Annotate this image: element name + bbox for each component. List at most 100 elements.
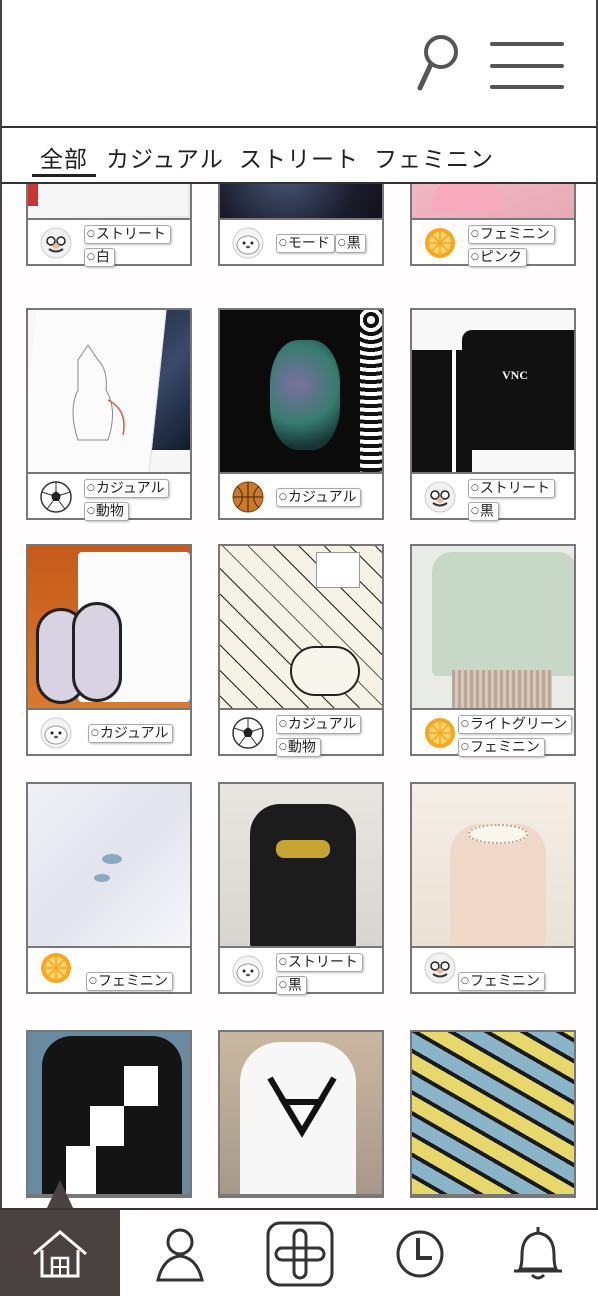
post-image[interactable]: [412, 546, 574, 710]
nav-add-post[interactable]: [240, 1210, 360, 1296]
search-icon: [417, 35, 458, 91]
disguise-glasses-icon[interactable]: [424, 952, 456, 984]
post-image[interactable]: [220, 184, 382, 220]
nav-profile[interactable]: [120, 1210, 240, 1296]
orange-slice-icon[interactable]: [424, 227, 456, 259]
tag[interactable]: ○カジュアル: [276, 487, 362, 507]
tab-all[interactable]: 全部: [40, 140, 88, 174]
post-image[interactable]: VNC: [412, 310, 574, 474]
post-image[interactable]: [28, 546, 190, 710]
post-card[interactable]: ○ストリート ○白: [26, 184, 192, 269]
post-image[interactable]: [220, 784, 382, 948]
post-image[interactable]: [220, 1032, 382, 1196]
tag-list: ○カジュアル: [88, 722, 174, 745]
post-footer: ○フェミニン ○ピンク: [412, 220, 574, 267]
tag[interactable]: ○カジュアル: [84, 478, 170, 498]
post-card[interactable]: ○ストリート ○黒: [218, 782, 384, 995]
post-card[interactable]: VNC ○ストリート ○黒: [410, 308, 576, 521]
post-image[interactable]: [412, 784, 574, 948]
tag[interactable]: ○モード: [276, 233, 335, 253]
post-footer: ○カジュアル ○動物: [28, 474, 190, 521]
post-card[interactable]: ○フェミニン: [410, 782, 576, 994]
tag[interactable]: ○フェミニン: [86, 971, 173, 991]
basketball-icon[interactable]: [232, 481, 264, 513]
tag[interactable]: ○動物: [84, 501, 129, 521]
tab-casual[interactable]: カジュアル: [106, 140, 224, 174]
home-icon: [33, 1230, 87, 1278]
soccer-ball-icon[interactable]: [40, 481, 72, 513]
post-image[interactable]: [28, 784, 190, 948]
tag[interactable]: ○フェミニン: [468, 224, 555, 244]
post-footer: ○フェミニン: [412, 948, 574, 992]
post-card[interactable]: ○カジュアル: [218, 308, 384, 520]
disguise-glasses-icon[interactable]: [424, 481, 456, 513]
tag-list: ○フェミニン: [458, 970, 545, 993]
post-image[interactable]: [28, 1032, 190, 1196]
tag-list: ○ストリート ○黒: [468, 477, 555, 523]
post-image[interactable]: [220, 546, 382, 710]
post-card[interactable]: ○モード ○黒: [218, 184, 384, 266]
tag[interactable]: ○ストリート: [468, 478, 555, 498]
tag[interactable]: ○黒: [276, 975, 307, 995]
orange-slice-icon[interactable]: [424, 717, 456, 749]
active-tab-indicator: [32, 174, 96, 177]
seal-icon[interactable]: [232, 227, 264, 259]
post-image[interactable]: [28, 310, 190, 474]
nav-history[interactable]: [360, 1210, 480, 1296]
tag[interactable]: ○動物: [276, 737, 321, 757]
nav-notifications[interactable]: [478, 1210, 598, 1296]
tag-list: ○ストリート ○黒: [276, 951, 363, 997]
post-feed[interactable]: ○ストリート ○白 ○モード ○黒 ○フェミニン ○ピンク ○カジュアル ○動物…: [0, 184, 598, 1208]
seal-icon[interactable]: [40, 717, 72, 749]
tag-list: ○カジュアル ○動物: [84, 477, 170, 523]
post-footer: ○モード ○黒: [220, 220, 382, 264]
orange-slice-icon[interactable]: [40, 952, 72, 984]
bell-icon: [514, 1227, 562, 1280]
tab-street[interactable]: ストリート: [239, 140, 359, 174]
post-footer: ○フェミニン: [28, 948, 190, 992]
seal-icon[interactable]: [232, 955, 264, 987]
post-card[interactable]: ○カジュアル ○動物: [218, 544, 384, 759]
tag-list: ○カジュアル: [276, 486, 362, 509]
post-card[interactable]: [26, 1030, 192, 1198]
post-image[interactable]: [220, 310, 382, 474]
app-header: [0, 0, 598, 128]
tag[interactable]: ○ピンク: [468, 247, 527, 267]
disguise-glasses-icon[interactable]: [40, 227, 72, 259]
post-card[interactable]: ○フェミニン ○ピンク: [410, 184, 576, 267]
tag[interactable]: ○白: [84, 247, 115, 267]
menu-button[interactable]: [490, 40, 566, 90]
tag-list: ○カジュアル ○動物: [276, 713, 362, 759]
tag[interactable]: ○カジュアル: [88, 723, 174, 743]
tag[interactable]: ○黒: [468, 501, 499, 521]
post-card[interactable]: [410, 1030, 576, 1198]
bottom-navigation: [0, 1208, 598, 1296]
soccer-ball-icon[interactable]: [232, 717, 264, 749]
post-card[interactable]: ○カジュアル ○動物: [26, 308, 192, 521]
nav-home[interactable]: [0, 1210, 120, 1296]
tag-list: ○ストリート ○白: [84, 223, 171, 269]
tag[interactable]: ○黒: [334, 233, 366, 253]
post-image[interactable]: [28, 184, 190, 220]
tag[interactable]: ○カジュアル: [276, 714, 362, 734]
tag[interactable]: ○ストリート: [276, 952, 363, 972]
post-card[interactable]: ○カジュアル: [26, 544, 192, 756]
tag[interactable]: ○ストリート: [84, 224, 171, 244]
search-button[interactable]: [414, 30, 464, 94]
post-card[interactable]: [218, 1030, 384, 1198]
post-footer: ○ライトグリーン ○フェミニン: [412, 710, 574, 757]
post-image[interactable]: [412, 1032, 574, 1196]
tag[interactable]: ○フェミニン: [458, 737, 545, 757]
add-post-icon: [266, 1221, 334, 1287]
post-card[interactable]: ○フェミニン: [26, 782, 192, 994]
post-footer: ○ストリート ○黒: [412, 474, 574, 521]
post-card[interactable]: ○ライトグリーン ○フェミニン: [410, 544, 576, 757]
clock-icon: [396, 1230, 444, 1278]
post-image[interactable]: [412, 184, 574, 220]
tab-feminine[interactable]: フェミニン: [374, 140, 494, 174]
post-footer: ○カジュアル: [220, 474, 382, 518]
tag[interactable]: ○フェミニン: [458, 971, 545, 991]
home-indicator: [46, 1180, 74, 1210]
tag[interactable]: ○ライトグリーン: [458, 714, 573, 734]
post-footer: ○ストリート ○黒: [220, 948, 382, 995]
